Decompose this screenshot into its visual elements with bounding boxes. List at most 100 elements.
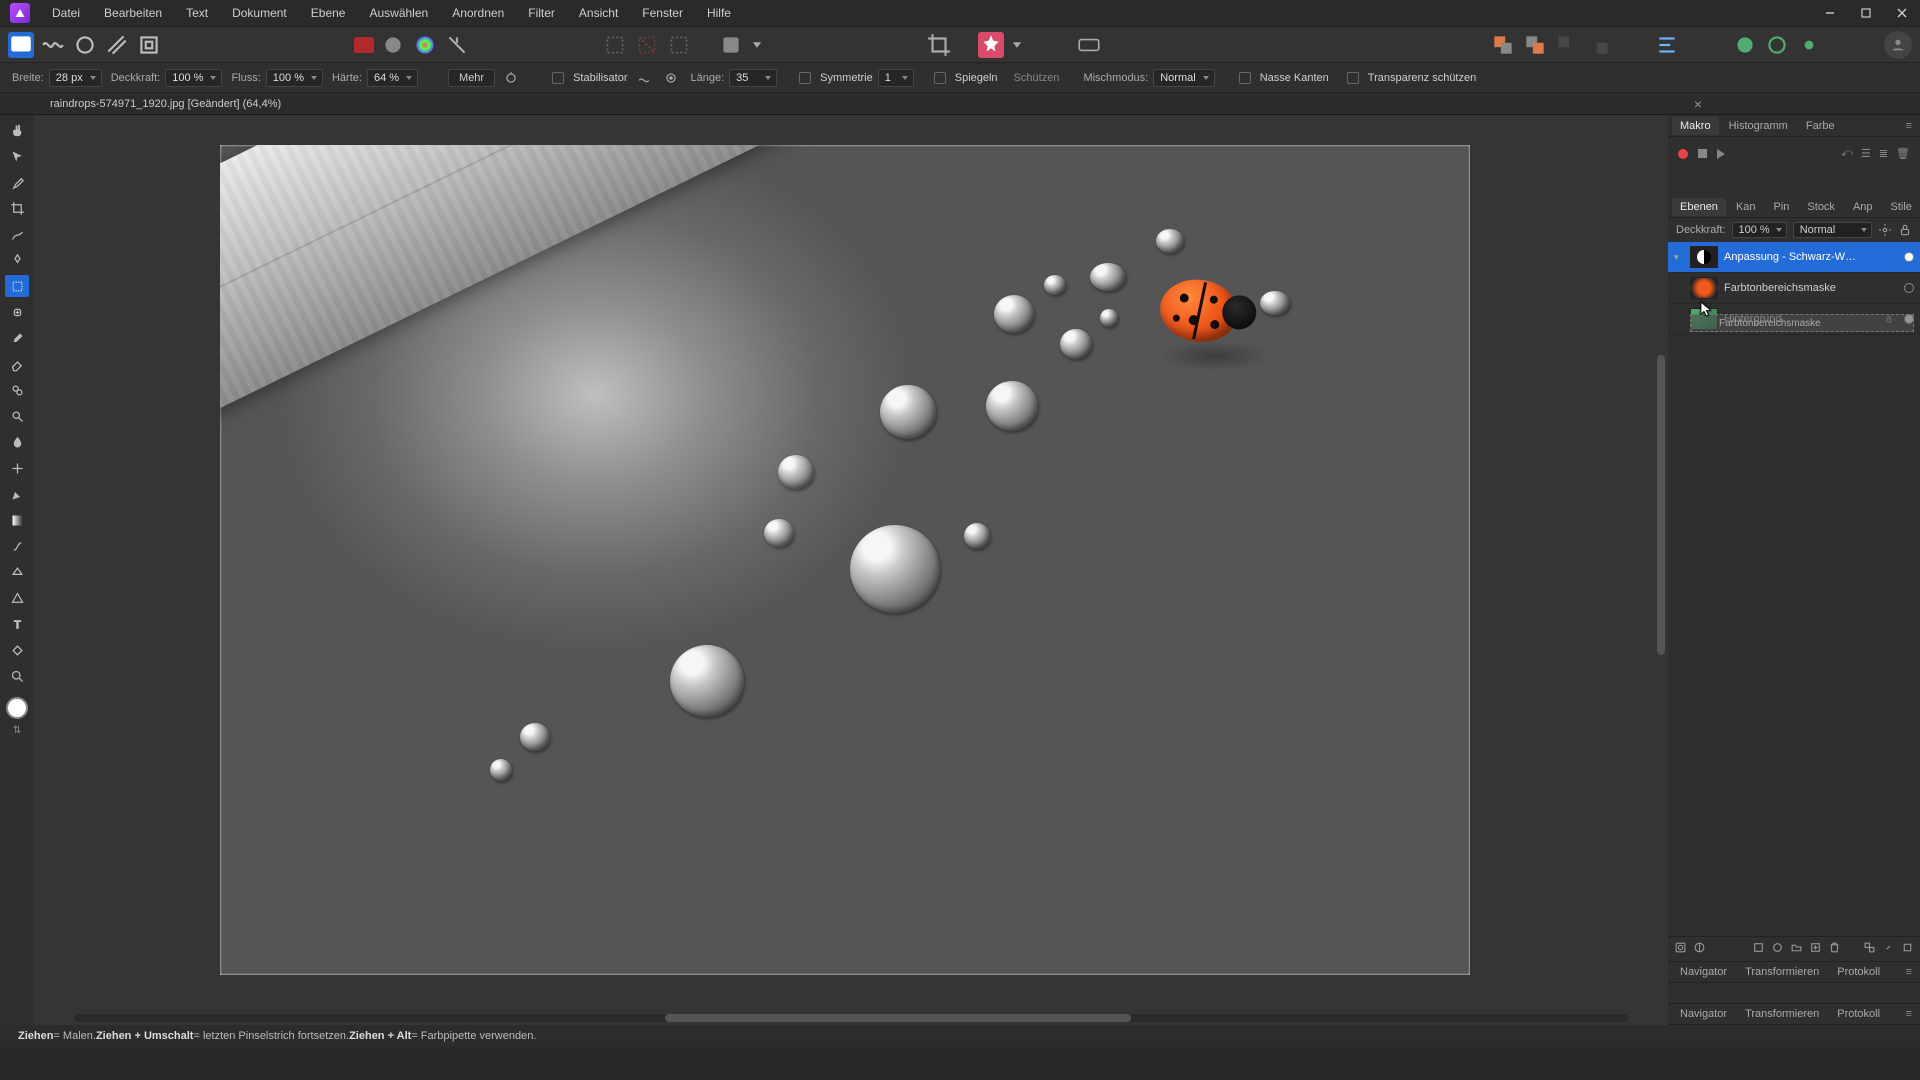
tab-histogramm[interactable]: Histogramm [1721, 117, 1796, 135]
mask-circle-icon[interactable] [380, 32, 406, 58]
minimize-button[interactable] [1812, 0, 1848, 26]
layer-delete-button[interactable] [1828, 941, 1841, 957]
snap-1-icon[interactable] [1732, 32, 1758, 58]
color-swatch[interactable] [6, 697, 28, 719]
layer-blend-select[interactable]: Normal [1793, 222, 1872, 238]
layer-background[interactable]: ▸ Hintergrund Farbtonbereichsmaske [1668, 304, 1920, 335]
layer-lock-icon[interactable] [1898, 223, 1912, 237]
macro-panel-menu-icon[interactable]: ≡ [1902, 120, 1916, 132]
brush-panel-icon[interactable] [500, 67, 522, 89]
marquee-tool[interactable] [5, 275, 29, 297]
length-input[interactable]: 35 [729, 69, 777, 87]
snap-2-icon[interactable] [1764, 32, 1790, 58]
gradient-tool[interactable] [5, 509, 29, 531]
tab-anp[interactable]: Anp [1845, 198, 1881, 216]
wet-checkbox[interactable] [1239, 72, 1251, 84]
menu-dokument[interactable]: Dokument [220, 0, 299, 26]
macro-stop-icon[interactable] [1698, 149, 1707, 158]
crop-icon[interactable] [926, 32, 952, 58]
tab-pin[interactable]: Pin [1766, 198, 1798, 216]
color-picker-tool[interactable] [5, 171, 29, 193]
tab-protokoll-2[interactable]: Protokoll [1829, 1005, 1888, 1023]
keyboard-icon[interactable] [1076, 32, 1102, 58]
layer-visible-icon[interactable] [1904, 252, 1914, 262]
protect-label[interactable]: Schützen [1014, 72, 1060, 84]
tab-farbe[interactable]: Farbe [1798, 117, 1843, 135]
pen-tool[interactable] [5, 483, 29, 505]
layer-add-button[interactable] [1809, 941, 1822, 957]
tab-navigator[interactable]: Navigator [1672, 963, 1735, 981]
layer-mask-visible-icon[interactable] [1904, 283, 1914, 293]
tab-stock[interactable]: Stock [1799, 198, 1843, 216]
flood-select-tool[interactable] [5, 249, 29, 271]
symmetry-input[interactable]: 1 [878, 69, 914, 87]
horizontal-scrollbar[interactable] [74, 1014, 1628, 1022]
arrange-front-icon[interactable] [1490, 32, 1516, 58]
quickmask-icon[interactable] [718, 32, 744, 58]
account-avatar[interactable] [1884, 31, 1912, 59]
clone-tool[interactable] [5, 379, 29, 401]
hardness-input[interactable]: 64 % [367, 69, 418, 87]
fill-tool[interactable] [5, 639, 29, 661]
nav-panel-menu-2-icon[interactable]: ≡ [1902, 1008, 1916, 1020]
blur-tool[interactable] [5, 431, 29, 453]
flow-input[interactable]: 100 % [266, 69, 323, 87]
sponge-tool[interactable] [5, 561, 29, 583]
layer-fx-button[interactable] [1752, 941, 1765, 957]
selection-invert-icon[interactable] [666, 32, 692, 58]
tab-stile[interactable]: Stile [1883, 198, 1920, 216]
canvas[interactable] [220, 145, 1470, 975]
layer-link-button[interactable] [1882, 941, 1895, 957]
menu-anordnen[interactable]: Anordnen [440, 0, 516, 26]
layer-mask-button[interactable] [1674, 941, 1687, 957]
tab-transformieren[interactable]: Transformieren [1737, 963, 1827, 981]
macro-list-icon[interactable]: ☰ [1861, 147, 1871, 160]
mesh-tool[interactable] [5, 457, 29, 479]
macro-list2-icon[interactable]: ≣ [1879, 147, 1888, 160]
tab-ebenen[interactable]: Ebenen [1672, 198, 1726, 216]
selection-new-icon[interactable] [602, 32, 628, 58]
layer-opacity-input[interactable]: 100 % [1732, 222, 1787, 238]
shape-tool[interactable] [5, 587, 29, 609]
persona-photo-button[interactable] [8, 32, 34, 58]
close-button[interactable] [1884, 0, 1920, 26]
layer-group-button[interactable] [1790, 941, 1803, 957]
scroll-thumb[interactable] [665, 1014, 1131, 1022]
quickmask-dropdown-icon[interactable] [750, 32, 764, 58]
menu-filter[interactable]: Filter [516, 0, 567, 26]
menu-ansicht[interactable]: Ansicht [567, 0, 630, 26]
blend-select[interactable]: Normal [1153, 69, 1214, 87]
layer-clip-button[interactable] [1901, 941, 1914, 957]
menu-fenster[interactable]: Fenster [630, 0, 695, 26]
trans-checkbox[interactable] [1347, 72, 1359, 84]
selection-brush-tool[interactable] [5, 223, 29, 245]
persona-tone-button[interactable] [104, 32, 130, 58]
swap-colors-icon[interactable]: ⇅ [13, 725, 21, 736]
macro-record-icon[interactable] [1678, 149, 1688, 159]
menu-bearbeiten[interactable]: Bearbeiten [92, 0, 174, 26]
move-tool[interactable] [5, 145, 29, 167]
tab-kan[interactable]: Kan [1728, 198, 1764, 216]
maximize-button[interactable] [1848, 0, 1884, 26]
align-icon[interactable] [1654, 32, 1680, 58]
width-input[interactable]: 28 px [49, 69, 102, 87]
layer-merge-button[interactable] [1863, 941, 1876, 957]
smudge-tool[interactable] [5, 535, 29, 557]
macro-trash-icon[interactable]: 🗑 [1896, 147, 1910, 160]
opacity-input[interactable]: 100 % [165, 69, 222, 87]
layer-adjust-button[interactable] [1693, 941, 1706, 957]
stabilizer-checkbox[interactable] [552, 72, 564, 84]
hand-tool[interactable] [5, 119, 29, 141]
dodge-tool[interactable] [5, 405, 29, 427]
symmetry-checkbox[interactable] [799, 72, 811, 84]
layer-bg-visible-icon[interactable] [1904, 314, 1914, 324]
menu-text[interactable]: Text [174, 0, 220, 26]
persona-export-button[interactable] [136, 32, 162, 58]
assistant-dropdown-icon[interactable] [1010, 32, 1024, 58]
layer-fx-icon[interactable] [1878, 223, 1892, 237]
color-wheel-icon[interactable] [412, 32, 438, 58]
rgb-swatch-icon[interactable] [354, 37, 374, 53]
tab-navigator-2[interactable]: Navigator [1672, 1005, 1735, 1023]
mirror-checkbox[interactable] [934, 72, 946, 84]
layer-live-button[interactable] [1771, 941, 1784, 957]
